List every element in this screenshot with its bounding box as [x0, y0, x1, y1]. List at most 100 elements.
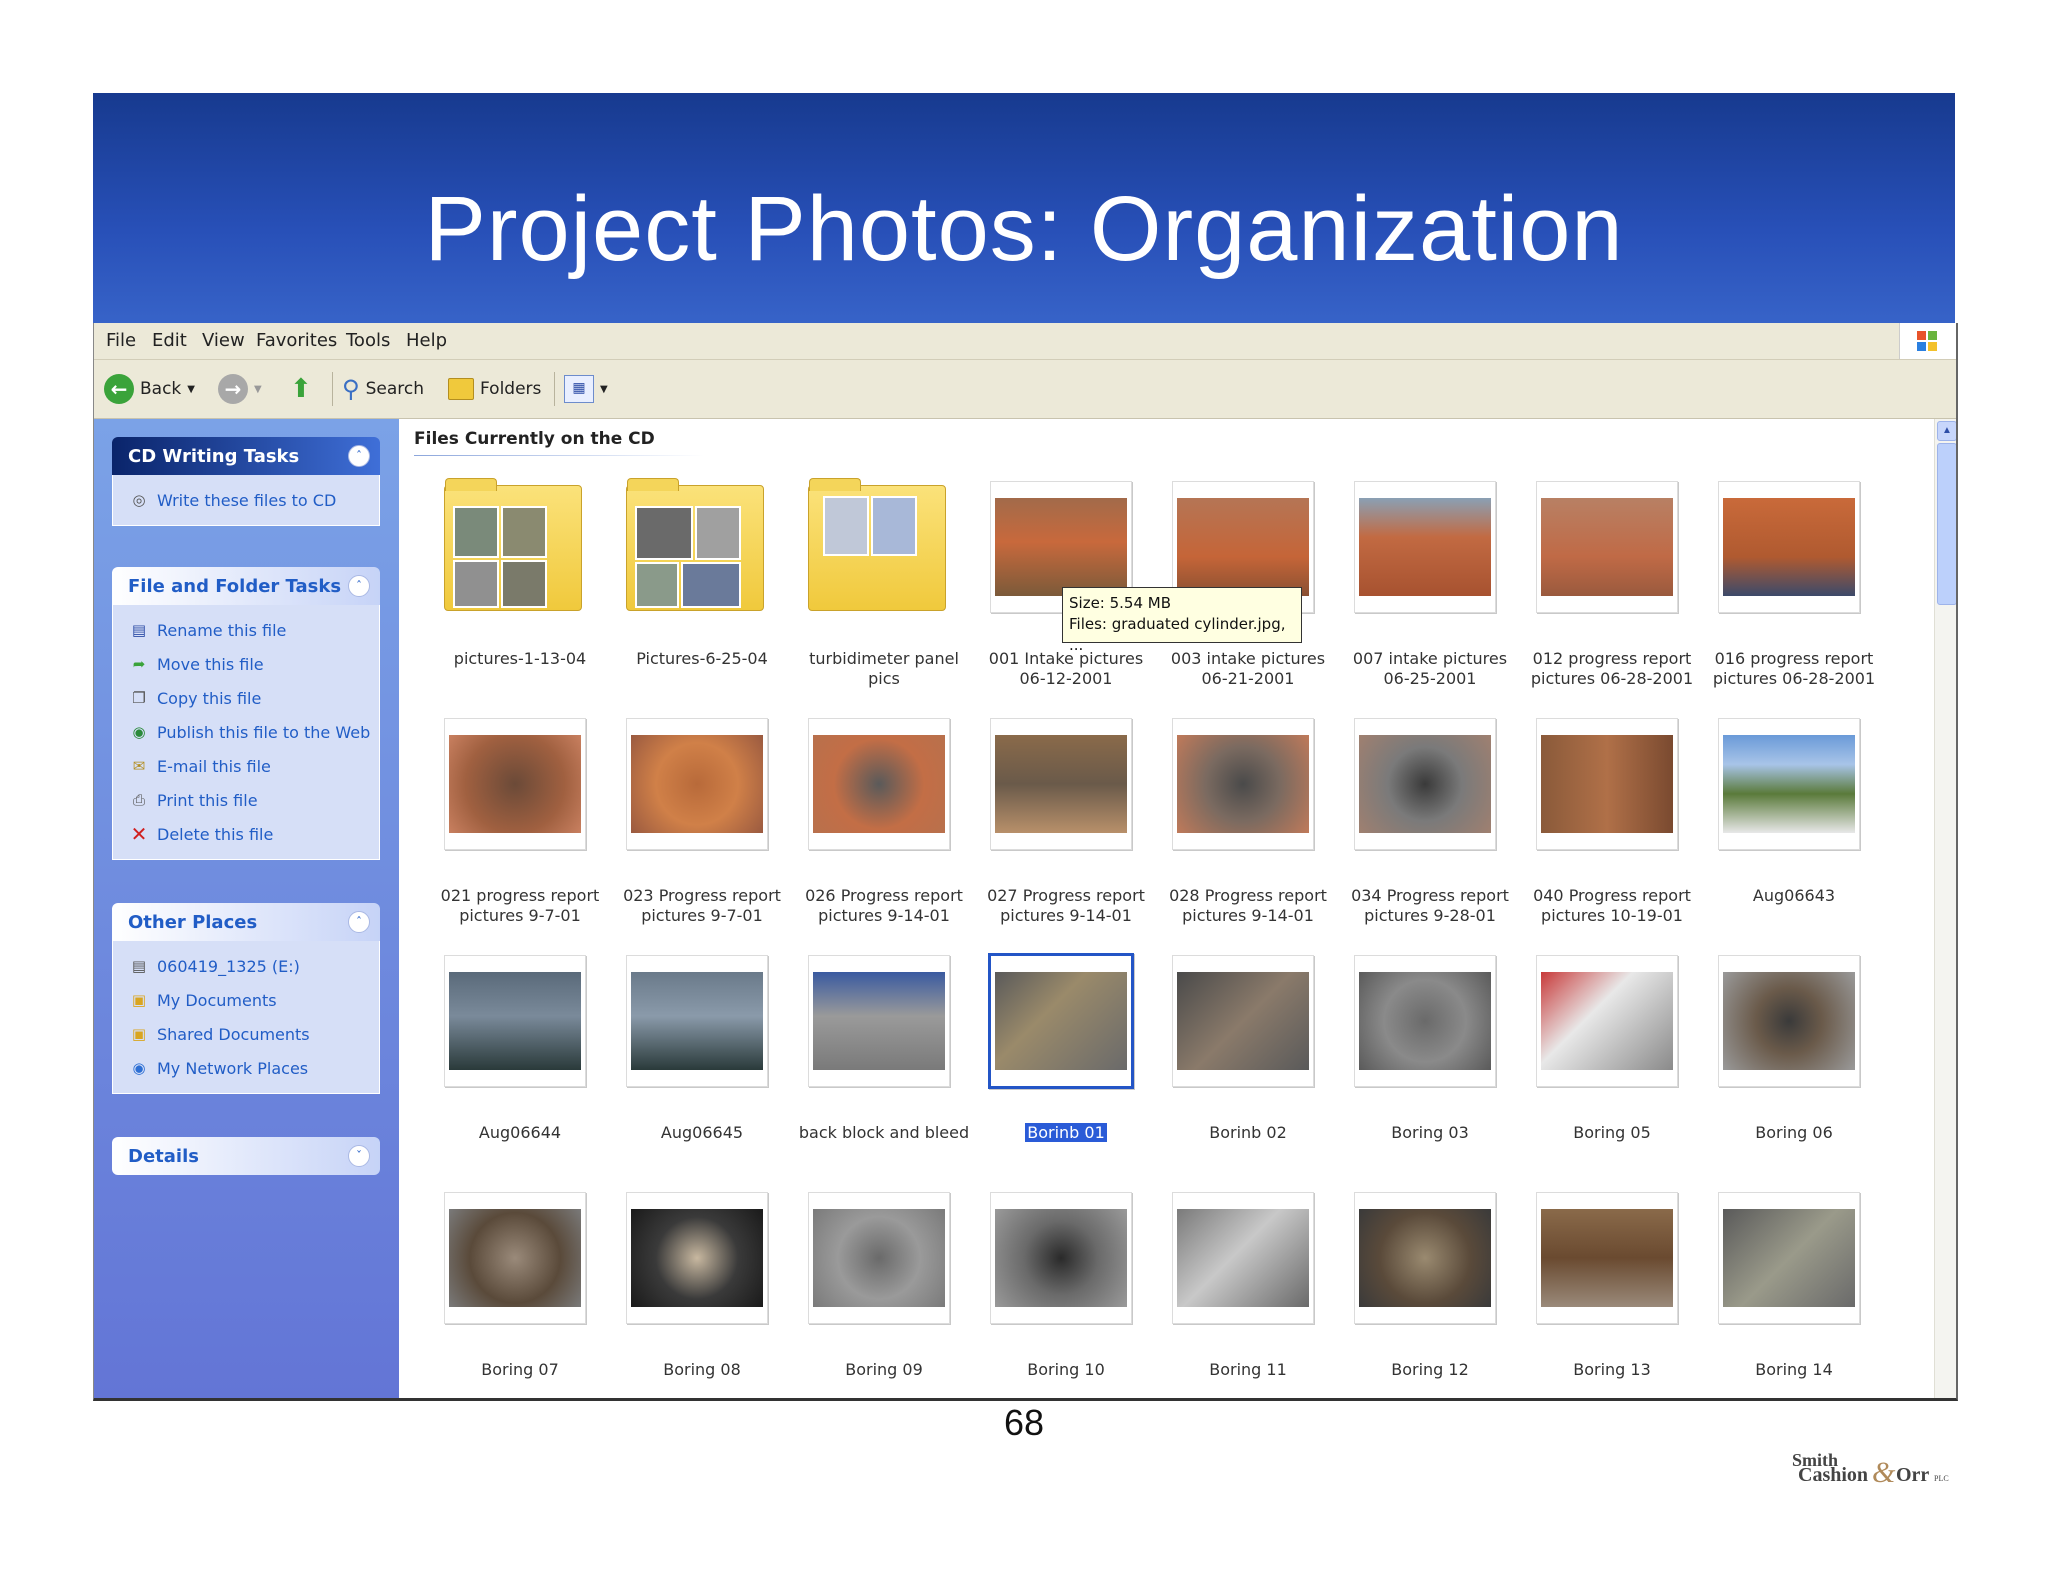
- folder-item[interactable]: Pictures-6-25-04: [612, 478, 772, 686]
- photo-image: [1723, 735, 1855, 833]
- photo-image: [813, 1209, 945, 1307]
- file-item[interactable]: Boring 12: [1340, 1192, 1500, 1397]
- details-panel: Details ˇ: [112, 1137, 380, 1175]
- photo-image: [1723, 972, 1855, 1070]
- task-print-file[interactable]: ⎙ Print this file: [113, 783, 379, 817]
- place-my-network-places[interactable]: ◉ My Network Places: [113, 1051, 379, 1085]
- search-button[interactable]: ⚲ Search: [342, 372, 424, 406]
- photo-image: [1723, 1209, 1855, 1307]
- cd-write-icon: ◎: [132, 491, 146, 509]
- up-folder-button[interactable]: ⬆: [290, 372, 312, 406]
- place-label: My Network Places: [157, 1058, 309, 1078]
- file-item[interactable]: 007 intake pictures 06-25-2001: [1340, 481, 1507, 688]
- file-item[interactable]: Boring 09: [794, 1192, 954, 1397]
- file-folder-tasks-header[interactable]: File and Folder Tasks ˆ: [112, 567, 380, 605]
- group-divider: [414, 455, 704, 456]
- menu-favorites[interactable]: Favorites: [256, 330, 337, 351]
- file-item[interactable]: Boring 14: [1704, 1192, 1864, 1397]
- file-item[interactable]: 016 progress report pictures 06-28-2001: [1704, 481, 1875, 688]
- task-write-files-to-cd[interactable]: ◎ Write these files to CD: [113, 483, 379, 517]
- photo-thumbnail: [1718, 718, 1860, 850]
- file-name-label: 007 intake pictures 06-25-2001: [1340, 649, 1520, 689]
- file-name-line: Boring 09: [845, 1360, 923, 1379]
- task-move-file[interactable]: ➦ Move this file: [113, 647, 379, 681]
- file-item[interactable]: 026 Progress report pictures 9-14-01: [794, 718, 963, 925]
- file-name-line: turbidimeter panel pics: [809, 649, 959, 688]
- file-item[interactable]: 028 Progress report pictures 9-14-01: [1158, 718, 1327, 925]
- file-item[interactable]: Boring 03: [1340, 955, 1500, 1160]
- photo-image: [449, 972, 581, 1070]
- file-item[interactable]: Boring 07: [430, 1192, 590, 1397]
- menu-edit[interactable]: Edit: [152, 330, 187, 351]
- file-name-line: 021 progress report: [440, 886, 600, 905]
- file-item[interactable]: Aug06644: [430, 955, 590, 1160]
- photo-thumbnail: [626, 1192, 768, 1324]
- file-item[interactable]: Borinb 02: [1158, 955, 1318, 1160]
- file-item[interactable]: Boring 06: [1704, 955, 1864, 1160]
- menu-help[interactable]: Help: [406, 330, 447, 351]
- file-name-label: 016 progress report pictures 06-28-2001: [1704, 649, 1884, 689]
- file-item[interactable]: Boring 10: [976, 1192, 1136, 1397]
- place-my-documents[interactable]: ▣ My Documents: [113, 983, 379, 1017]
- panel-title: CD Writing Tasks: [128, 446, 300, 467]
- file-item[interactable]: 034 Progress report pictures 9-28-01: [1340, 718, 1509, 925]
- menu-view[interactable]: View: [202, 330, 245, 351]
- file-name-line: 023 Progress report: [623, 886, 781, 905]
- photo-thumbnail: [988, 953, 1134, 1089]
- scrollbar-thumb[interactable]: [1937, 443, 1956, 605]
- file-name-label: Boring 06: [1704, 1123, 1884, 1143]
- file-item[interactable]: Boring 11: [1158, 1192, 1318, 1397]
- folder-preview-photo: [635, 562, 679, 608]
- folder-item[interactable]: pictures-1-13-04: [430, 478, 590, 686]
- folder-icon: [444, 478, 582, 611]
- folder-icon: [448, 378, 474, 400]
- file-item[interactable]: Boring 05: [1522, 955, 1682, 1160]
- expand-chevron-icon[interactable]: ˇ: [348, 1145, 370, 1167]
- other-places-header[interactable]: Other Places ˆ: [112, 903, 380, 941]
- file-name-label: Boring 14: [1704, 1360, 1884, 1380]
- task-copy-file[interactable]: ❐ Copy this file: [113, 681, 379, 715]
- file-name-line: 007 intake pictures: [1352, 649, 1508, 668]
- collapse-chevron-icon[interactable]: ˆ: [348, 911, 370, 933]
- forward-button[interactable]: → ▼: [218, 372, 262, 406]
- folder-preview-photo: [871, 496, 917, 556]
- folder-item[interactable]: turbidimeter panel pics: [794, 478, 959, 688]
- file-item[interactable]: Boring 13: [1522, 1192, 1682, 1397]
- photo-thumbnail: [1354, 1192, 1496, 1324]
- place-shared-documents[interactable]: ▣ Shared Documents: [113, 1017, 379, 1051]
- file-item[interactable]: Aug06643: [1704, 718, 1864, 923]
- task-rename-file[interactable]: ▤ Rename this file: [113, 613, 379, 647]
- scroll-up-arrow-icon[interactable]: ▲: [1937, 421, 1956, 441]
- vertical-scrollbar[interactable]: ▲: [1934, 419, 1956, 1398]
- task-publish-web[interactable]: ◉ Publish this file to the Web: [113, 715, 379, 749]
- back-button[interactable]: ← Back ▼: [104, 372, 195, 406]
- file-item[interactable]: 012 progress report pictures 06-28-2001: [1522, 481, 1693, 688]
- details-header[interactable]: Details ˇ: [112, 1137, 380, 1175]
- photo-image: [1359, 972, 1491, 1070]
- menu-tools[interactable]: Tools: [346, 330, 390, 351]
- views-button[interactable]: ▦ ▼: [564, 372, 608, 406]
- cd-writing-tasks-header[interactable]: CD Writing Tasks ˆ: [112, 437, 380, 475]
- file-item[interactable]: Aug06645: [612, 955, 772, 1160]
- email-icon: ✉: [132, 757, 146, 775]
- folder-preview-photo: [501, 560, 547, 608]
- file-item[interactable]: 040 Progress report pictures 10-19-01: [1522, 718, 1691, 925]
- photo-thumbnail: [808, 1192, 950, 1324]
- menu-file[interactable]: File: [106, 330, 136, 351]
- place-cd-drive[interactable]: ▤ 060419_1325 (E:): [113, 949, 379, 983]
- photo-thumbnail: [626, 955, 768, 1087]
- file-item[interactable]: 023 Progress report pictures 9-7-01: [612, 718, 781, 925]
- task-delete-file[interactable]: ✕ Delete this file: [113, 817, 379, 851]
- photo-image: [449, 735, 581, 833]
- file-item[interactable]: 027 Progress report pictures 9-14-01: [976, 718, 1145, 925]
- folders-button[interactable]: Folders: [448, 372, 541, 406]
- file-item[interactable]: back block and bleed: [794, 955, 969, 1160]
- logo-text: PLC: [1934, 1474, 1949, 1483]
- file-item[interactable]: Borinb 01: [976, 953, 1136, 1160]
- task-email-file[interactable]: ✉ E-mail this file: [113, 749, 379, 783]
- collapse-chevron-icon[interactable]: ˆ: [348, 445, 370, 467]
- file-item[interactable]: Boring 08: [612, 1192, 772, 1397]
- photo-thumbnail: [444, 718, 586, 850]
- file-item[interactable]: 021 progress report pictures 9-7-01: [430, 718, 599, 925]
- collapse-chevron-icon[interactable]: ˆ: [348, 575, 370, 597]
